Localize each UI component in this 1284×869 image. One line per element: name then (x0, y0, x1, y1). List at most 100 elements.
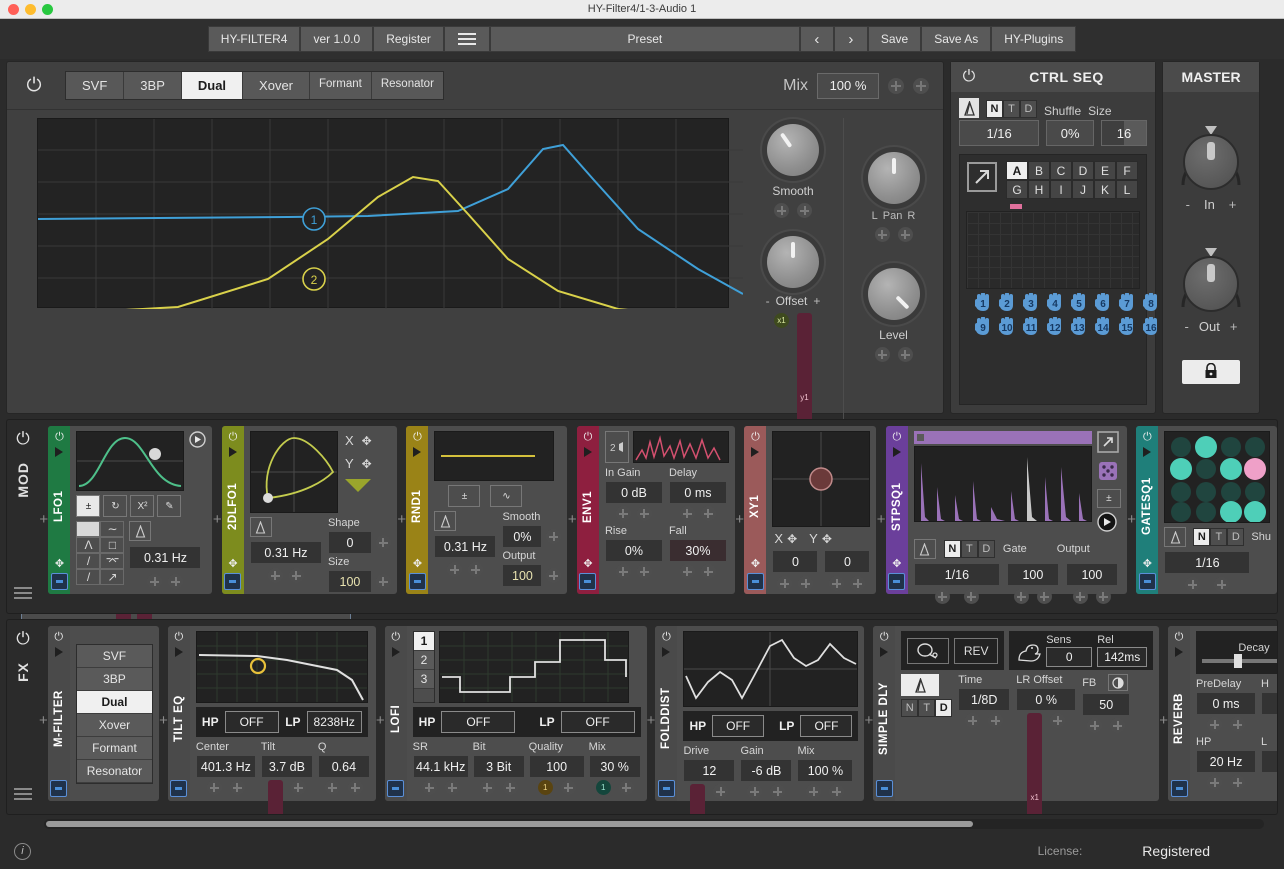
move-icon[interactable]: ✥ (362, 457, 372, 471)
fx-lofi-tab[interactable]: ⏻ LOFI (385, 626, 407, 801)
metronome-icon[interactable] (129, 521, 151, 541)
move-icon[interactable]: ✥ (748, 556, 762, 570)
filter-mode-xover[interactable]: Xover (243, 72, 310, 99)
fx-folddist-hp-value[interactable]: OFF (712, 715, 764, 737)
fx-reverb-hp-mod-2[interactable] (1230, 775, 1245, 790)
fx-reverb-expand-triangle[interactable] (1175, 647, 1183, 657)
hand-step-8[interactable]: 8 (1140, 293, 1162, 315)
stpsq1-gate-mod-2[interactable] (1037, 589, 1052, 604)
ntd-d[interactable]: D (1020, 100, 1037, 118)
bank-j[interactable]: J (1072, 180, 1094, 199)
pan-mod-slot-2[interactable] (898, 227, 913, 242)
hand-step-1[interactable]: 1 (972, 293, 994, 315)
metronome-icon[interactable] (901, 674, 939, 696)
metronome-icon[interactable] (250, 517, 272, 537)
play-circle-icon[interactable] (1097, 512, 1121, 535)
move-icon[interactable]: ✥ (362, 434, 372, 448)
filter-mode-svf[interactable]: SVF (66, 72, 124, 99)
stpsq1-ntd-n[interactable]: N (944, 540, 961, 558)
module-gatesq1-power[interactable]: ⏻ (1140, 430, 1154, 444)
brand-button[interactable]: HY-FILTER4 (208, 26, 301, 52)
mix-mod-slot-2[interactable] (913, 78, 929, 94)
module-xy1-tab[interactable]: ⏻ XY1 ✥ (744, 426, 766, 594)
fx-lofi-assign[interactable] (387, 780, 404, 797)
fx-folddist-mix-mod-2[interactable] (829, 784, 844, 799)
fx-folddist-assign[interactable] (658, 780, 675, 797)
move-icon[interactable]: ✥ (52, 556, 66, 570)
stpsq1-gate-mod-1[interactable] (1014, 589, 1029, 604)
bank-c[interactable]: C (1050, 161, 1072, 180)
lfo1-waveform-picker[interactable]: ∧∼ Λ□ /⌤ /↗ (76, 521, 124, 585)
env1-rise-mod-1[interactable] (616, 564, 631, 579)
filter-mode-formant[interactable]: Formant (310, 72, 372, 99)
level-mod-slot-1[interactable] (875, 347, 890, 362)
mod-rack-menu-icon[interactable] (14, 587, 32, 599)
bank-i[interactable]: I (1050, 180, 1072, 199)
hand-step-10[interactable]: 10 (996, 317, 1018, 339)
gatesq1-rate-mod-1[interactable] (1185, 577, 1200, 592)
fx-reverb-assign[interactable] (1171, 780, 1188, 797)
plus-minus-icon[interactable]: ± (76, 495, 100, 517)
bank-h[interactable]: H (1028, 180, 1050, 199)
gatesq1-grid[interactable] (1164, 431, 1270, 523)
fx-folddist-tab[interactable]: ⏻ FOLDDIST (655, 626, 677, 801)
fx-m-filter-expand-triangle[interactable] (55, 647, 63, 657)
fx-lofi-power[interactable]: ⏻ (389, 630, 403, 644)
level-knob[interactable] (868, 268, 920, 320)
play-circle-icon[interactable] (189, 431, 206, 491)
module-gatesq1-expand-triangle[interactable] (1143, 447, 1151, 457)
fx-simple-dly-assign[interactable] (876, 780, 893, 797)
gatesq1-rate-mod-2[interactable] (1214, 577, 1229, 592)
mix-value[interactable]: 100 % (817, 73, 879, 99)
fx-reverb-decay-slider[interactable] (1202, 659, 1277, 663)
hand-step-4[interactable]: 4 (1044, 293, 1066, 315)
smooth-mod-slot-1[interactable] (774, 203, 789, 218)
stpsq1-ntd-t[interactable]: T (961, 540, 978, 558)
dice-icon[interactable] (1097, 460, 1121, 485)
fx-folddist-mix-mod-1[interactable] (806, 784, 821, 799)
smooth-knob[interactable] (767, 124, 819, 176)
fx-dly-time-value[interactable]: 1/8D (958, 688, 1010, 711)
fx-dly-ntd-t[interactable]: T (918, 699, 935, 717)
env1-delay-mod-2[interactable] (701, 506, 716, 521)
add-fx-button-5[interactable]: + (1159, 712, 1168, 729)
move-icon[interactable]: ✥ (890, 556, 904, 570)
fx-lofi-slot-1[interactable]: 1 (414, 632, 435, 651)
module-2dlfo1-assign[interactable] (224, 573, 241, 590)
menu-button[interactable] (444, 26, 490, 52)
metronome-icon[interactable] (1164, 527, 1186, 547)
env1-in-gain-value[interactable]: 0 dB (605, 481, 663, 504)
add-mod-button-0[interactable]: + (39, 511, 48, 528)
module-2dlfo1-tab[interactable]: ⏻ 2DLFO1 ✥ (222, 426, 244, 594)
metronome-icon[interactable] (914, 539, 936, 559)
fx-folddist-drive-value[interactable]: 12 (683, 759, 735, 782)
module-stpsq1-expand-triangle[interactable] (893, 447, 901, 457)
fx-dly-ntd-n[interactable]: N (901, 699, 918, 717)
fx-reverb-hp-value[interactable]: 20 Hz (1196, 750, 1256, 773)
module-env1-power[interactable]: ⏻ (581, 430, 595, 444)
bank-a[interactable]: A (1006, 161, 1028, 180)
rnd1-smooth-value[interactable]: 0% (502, 525, 542, 548)
fx-tilt-lp-value[interactable]: 8238Hz (307, 711, 362, 733)
xy1-y-mod-2[interactable] (850, 576, 865, 591)
2dlfo1-size-value[interactable]: 100 (328, 570, 372, 593)
fx-folddist-gain-mod-1[interactable] (747, 784, 762, 799)
fx-filter-type-3bp[interactable]: 3BP (77, 668, 152, 691)
module-gatesq1-assign[interactable] (1139, 573, 1156, 590)
hand-step-2[interactable]: 2 (996, 293, 1018, 315)
bank-d[interactable]: D (1072, 161, 1094, 180)
fx-reverb-predelay-mod-1[interactable] (1207, 717, 1222, 732)
fx-tilt-center-mod-2[interactable] (230, 780, 245, 795)
chevron-down-icon[interactable] (345, 479, 371, 492)
2dlfo1-shape-mod[interactable] (376, 535, 391, 550)
hand-step-13[interactable]: 13 (1068, 317, 1090, 339)
fx-tilt-tilt-value[interactable]: 3.7 dB (261, 755, 313, 778)
fx-lofi-slot-3[interactable]: 3 (414, 670, 435, 689)
xy1-x-value[interactable]: 0 (772, 550, 818, 573)
fx-filter-type-svf[interactable]: SVF (77, 645, 152, 668)
fx-reverb-power[interactable]: ⏻ (1172, 630, 1186, 644)
hand-step-15[interactable]: 15 (1116, 317, 1138, 339)
add-mod-button-3[interactable]: + (567, 511, 576, 528)
fx-lofi-quality-value[interactable]: 100 (529, 755, 585, 778)
fx-m-filter-assign[interactable] (50, 780, 67, 797)
